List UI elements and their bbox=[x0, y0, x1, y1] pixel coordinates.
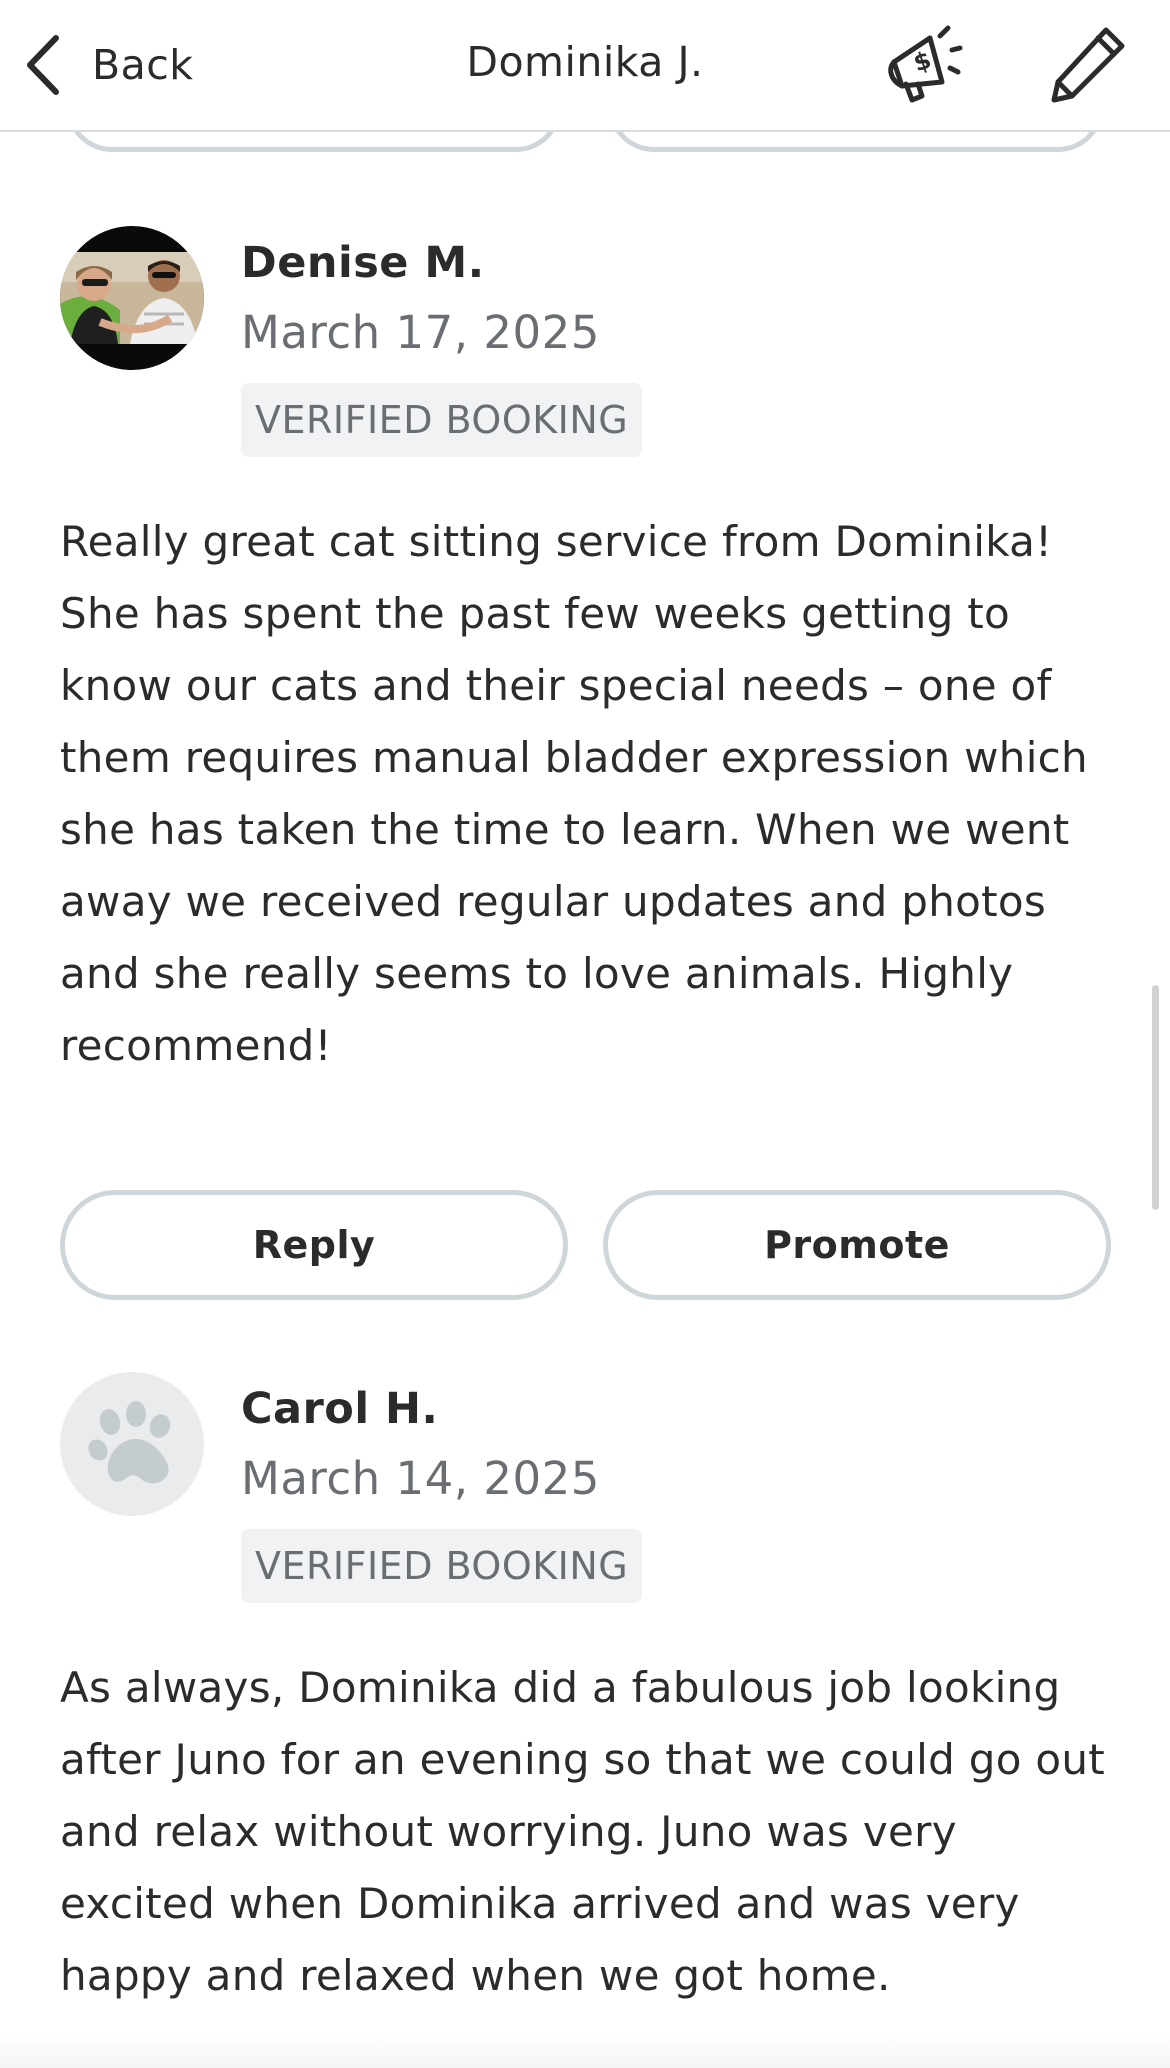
pencil-icon bbox=[1051, 27, 1125, 103]
verified-booking-badge: VERIFIED BOOKING bbox=[241, 1529, 643, 1603]
review-date: March 14, 2025 bbox=[241, 1452, 600, 1505]
reply-button[interactable]: Reply bbox=[60, 1190, 568, 1300]
megaphone-dollar-icon: $ bbox=[888, 25, 963, 103]
review-text: As always, Dominika did a fabulous job l… bbox=[60, 1663, 1106, 2000]
scrollbar[interactable] bbox=[1152, 985, 1159, 1210]
reviewer-name: Carol H. bbox=[241, 1384, 439, 1434]
promote-button[interactable]: Promote bbox=[603, 1190, 1111, 1300]
top-navigation-bar: Back Dominika J. $ bbox=[0, 0, 1170, 132]
review-date: March 17, 2025 bbox=[241, 306, 600, 359]
page-title: Dominika J. bbox=[466, 38, 704, 86]
reviewer-avatar bbox=[60, 1372, 204, 1516]
bottom-fade bbox=[0, 2030, 1170, 2068]
paw-icon bbox=[88, 1401, 171, 1484]
reviewer-name: Denise M. bbox=[241, 238, 485, 288]
review-text: Really great cat sitting service from Do… bbox=[60, 517, 1088, 1070]
verified-booking-badge: VERIFIED BOOKING bbox=[241, 383, 643, 457]
reviewer-photo bbox=[60, 226, 204, 370]
edit-button[interactable] bbox=[1048, 24, 1128, 104]
promote-profile-button[interactable]: $ bbox=[884, 24, 966, 106]
reviewer-avatar bbox=[60, 226, 204, 370]
